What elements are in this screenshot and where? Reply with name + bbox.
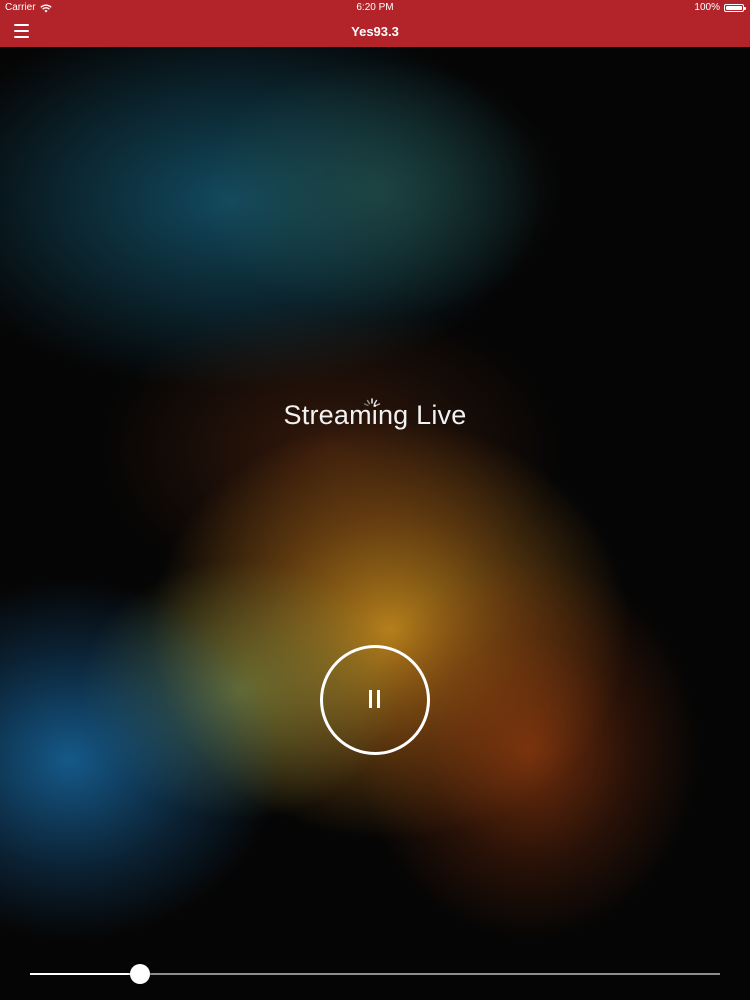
nav-bar: Yes93.3 [0,16,750,47]
background-blob [360,560,700,940]
pause-button[interactable] [320,645,430,755]
slider-track-filled [30,973,141,975]
battery-percentage: 100% [694,2,720,13]
status-bar: Carrier 6:20 PM 100% [0,0,750,16]
pause-icon [368,690,382,710]
status-right: 100% [694,0,746,16]
radio-player-screen: Carrier 6:20 PM 100% Yes93.3 Streaming L… [0,0,750,1000]
slider-thumb[interactable] [130,964,151,984]
station-title: Yes93.3 [351,24,399,39]
battery-fill [726,6,742,10]
volume-slider[interactable] [30,962,720,986]
status-time: 6:20 PM [356,2,394,13]
blurred-background [0,0,750,1000]
spinner-icon [363,398,381,407]
background-blob [200,60,560,320]
battery-icon [724,4,746,12]
